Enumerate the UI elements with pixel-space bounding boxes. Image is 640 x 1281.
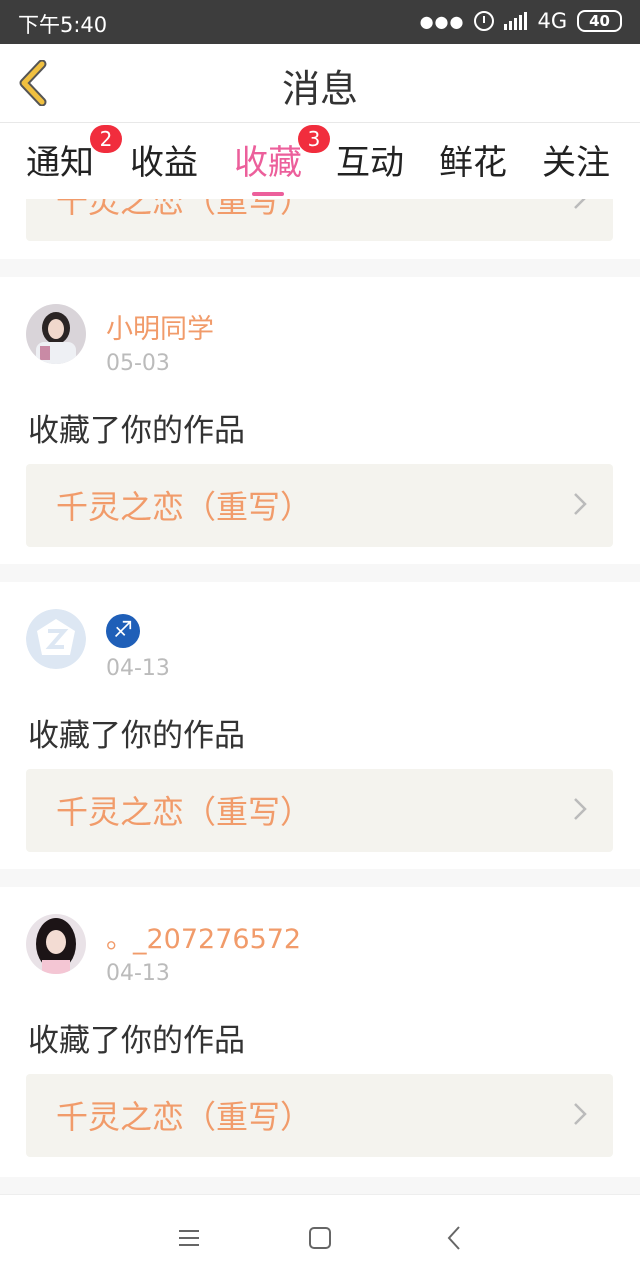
avatar-girl-image	[26, 304, 86, 364]
work-title: 千灵之恋（重写）	[56, 199, 313, 220]
network-type: 4G	[537, 9, 568, 33]
battery-level: 40	[589, 12, 610, 30]
avatar-girl-image	[26, 914, 86, 974]
message-card: ♐ 04-13 收藏了你的作品 千灵之恋（重写）	[0, 582, 640, 869]
unread-badge: 2	[90, 125, 122, 153]
message-card: 千灵之恋（重写）	[0, 199, 640, 259]
tab-favorites[interactable]: 收藏 3	[234, 125, 330, 196]
more-dots-icon: ●●●	[419, 11, 465, 31]
tab-follow[interactable]: 关注	[542, 135, 610, 184]
work-link[interactable]: 千灵之恋（重写）	[26, 769, 613, 852]
work-title: 千灵之恋（重写）	[56, 793, 313, 831]
unread-badge: 3	[298, 125, 330, 153]
tab-label: 鲜花	[439, 143, 507, 183]
status-bar: 下午5:40 ●●● 4G 40	[0, 0, 640, 44]
avatar[interactable]	[26, 304, 86, 364]
tab-interaction[interactable]: 互动	[336, 135, 404, 184]
message-card: 小明同学 05-03 收藏了你的作品 千灵之恋（重写）	[0, 277, 640, 564]
chevron-right-icon	[574, 1103, 587, 1125]
action-text: 收藏了你的作品	[28, 718, 245, 754]
work-link[interactable]: 千灵之恋（重写）	[26, 199, 613, 241]
avatar[interactable]	[26, 914, 86, 974]
tab-label: 收益	[130, 143, 198, 183]
tab-label: 收藏	[234, 143, 302, 183]
tab-notification[interactable]: 通知 2	[26, 125, 122, 184]
chevron-right-icon	[574, 798, 587, 820]
status-time: 下午5:40	[18, 13, 108, 37]
username[interactable]: 。_207276572	[106, 917, 301, 956]
action-text: 收藏了你的作品	[28, 413, 245, 449]
system-nav-bar	[0, 1194, 640, 1281]
chevron-right-icon	[574, 199, 586, 209]
status-icons: ●●● 4G 40	[420, 9, 622, 33]
menu-icon[interactable]	[174, 1223, 204, 1253]
avatar[interactable]	[26, 609, 86, 669]
tab-label: 关注	[542, 143, 610, 183]
home-icon[interactable]	[305, 1223, 335, 1253]
work-title: 千灵之恋（重写）	[56, 1098, 313, 1136]
alarm-icon	[474, 11, 495, 31]
app-header: 消息	[0, 44, 640, 123]
message-card: 。_207276572 04-13 收藏了你的作品 千灵之恋（重写）	[0, 887, 640, 1177]
message-feed[interactable]: 千灵之恋（重写） 小明同学 05-03 收藏了你的作品 千灵之恋（重写） ♐ 0…	[0, 199, 640, 1194]
tab-label: 互动	[336, 143, 404, 183]
active-tab-indicator	[252, 192, 284, 196]
default-avatar-icon	[26, 609, 86, 669]
tab-earnings[interactable]: 收益	[130, 135, 198, 184]
message-date: 05-03	[106, 351, 170, 376]
back-nav-icon[interactable]	[440, 1223, 470, 1253]
tab-label: 通知	[26, 143, 94, 183]
message-date: 04-13	[106, 961, 170, 986]
battery-icon: 40	[577, 10, 622, 32]
username[interactable]: ♐	[106, 614, 140, 648]
action-text: 收藏了你的作品	[28, 1023, 245, 1059]
message-date: 04-13	[106, 656, 170, 681]
signal-icon	[504, 12, 528, 30]
chevron-right-icon	[574, 493, 587, 515]
work-link[interactable]: 千灵之恋（重写）	[26, 464, 613, 547]
tab-flowers[interactable]: 鲜花	[439, 135, 507, 184]
work-title: 千灵之恋（重写）	[56, 488, 313, 526]
tab-bar: 通知 2 收益 收藏 3 互动 鲜花 关注	[0, 123, 640, 199]
work-link[interactable]: 千灵之恋（重写）	[26, 1074, 613, 1157]
username[interactable]: 小明同学	[106, 307, 214, 346]
page-title: 消息	[281, 67, 358, 111]
